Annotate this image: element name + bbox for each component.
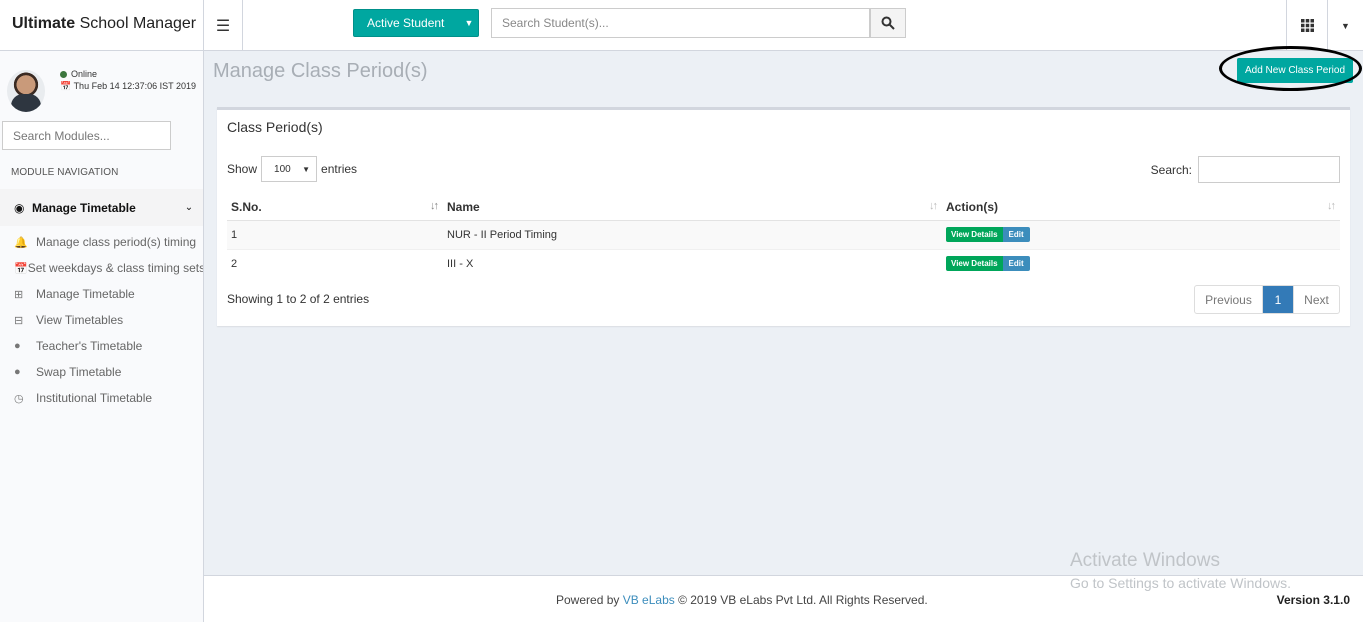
nav-header: MODULE NAVIGATION — [11, 167, 119, 178]
nav-group-manage-timetable[interactable]: ◉ Manage Timetable ⌄ — [0, 189, 203, 226]
sidebar-item-manage-timetable[interactable]: ⊞ Manage Timetable — [0, 281, 203, 307]
column-header-name[interactable]: Name ↓↑ — [443, 194, 942, 221]
chevron-down-icon: ⌄ — [184, 202, 194, 213]
grid-icon — [1300, 19, 1314, 32]
user-icon: ● — [14, 366, 21, 378]
table-row: 1 NUR - II Period Timing View Details Edi… — [227, 219, 1340, 249]
pagination: Previous 1 Next — [1194, 285, 1340, 314]
page-title: Manage Class Period(s) — [213, 60, 428, 82]
table-search: Search: — [1151, 156, 1340, 183]
calendar-icon: 📅 — [14, 262, 28, 275]
class-period-box: Class Period(s) Show 100 ▼ entries Search… — [217, 107, 1350, 326]
app-logo[interactable]: Ultimate School Manager — [0, 0, 204, 51]
nav-group-label: Manage Timetable — [32, 200, 136, 215]
windows-watermark-subtitle: Go to Settings to activate Windows. — [1070, 575, 1291, 591]
box-title: Class Period(s) — [227, 119, 323, 135]
pagination-page-1[interactable]: 1 — [1263, 286, 1293, 313]
pagination-next[interactable]: Next — [1293, 286, 1339, 313]
sidebar-item-view-timetables[interactable]: ⊟ View Timetables — [0, 307, 203, 333]
status-online: Online — [60, 69, 97, 79]
sort-asc-icon: ↓↑ — [430, 200, 439, 212]
edit-button[interactable]: Edit — [1002, 256, 1030, 272]
online-dot-icon — [60, 71, 67, 79]
nav-list: 🔔 Manage class period(s) timing 📅 Set week… — [0, 229, 203, 411]
caret-down-icon: ▼ — [1341, 20, 1350, 31]
add-class-period-button[interactable]: Add New Class Period — [1237, 58, 1353, 83]
sidebar-item-teachers-timetable[interactable]: ● Teacher's Timetable — [0, 333, 203, 359]
student-search-button[interactable] — [870, 8, 906, 38]
search-icon — [881, 16, 895, 30]
clock-icon: ◷ — [14, 392, 24, 405]
calendar-plus-icon: ⊞ — [14, 288, 24, 301]
column-header-sno[interactable]: S.No. ↓↑ — [227, 194, 443, 221]
calendar-icon: 📅 — [60, 81, 72, 91]
avatar — [7, 70, 45, 112]
view-details-button[interactable]: View Details — [946, 256, 1003, 272]
footer-text: Powered by VB eLabs © 2019 VB eLabs Pvt … — [556, 593, 928, 607]
table-search-input[interactable] — [1198, 156, 1340, 183]
bell-icon: 🔔 — [14, 236, 28, 249]
apps-grid-button[interactable] — [1286, 0, 1327, 51]
student-search-input[interactable] — [491, 8, 870, 38]
sidebar-item-weekdays-timing-sets[interactable]: 📅 Set weekdays & class timing sets — [0, 255, 203, 281]
active-student-button[interactable]: Active Student ▼ — [353, 9, 479, 37]
hamburger-icon: ☰ — [215, 17, 231, 35]
class-period-table: S.No. ↓↑ Name ↓↑ Action(s) ↓↑ 1 NUR - II Pe… — [227, 194, 1340, 278]
sidebar-item-class-period-timing[interactable]: 🔔 Manage class period(s) timing — [0, 229, 203, 255]
view-details-button[interactable]: View Details — [946, 227, 1003, 242]
company-link[interactable]: VB eLabs — [623, 593, 675, 607]
active-student-label: Active Student — [367, 16, 445, 30]
windows-watermark-title: Activate Windows — [1070, 550, 1220, 571]
sort-icon: ↓↑ — [929, 200, 938, 212]
user-menu-dropdown[interactable]: ▼ — [1327, 0, 1363, 51]
showing-info: Showing 1 to 2 of 2 entries — [227, 292, 370, 306]
calendar-minus-icon: ⊟ — [14, 314, 24, 327]
caret-down-icon: ▼ — [302, 164, 311, 174]
menu-toggle-button[interactable]: ☰ — [204, 0, 243, 51]
status-datetime: 📅 Thu Feb 14 12:37:06 IST 2019 — [60, 81, 196, 91]
sidebar-item-swap-timetable[interactable]: ● Swap Timetable — [0, 359, 203, 385]
column-header-actions[interactable]: Action(s) ↓↑ — [942, 194, 1340, 221]
user-icon: ● — [14, 340, 21, 352]
caret-down-icon[interactable]: ▼ — [460, 18, 478, 28]
pagination-previous[interactable]: Previous — [1195, 286, 1263, 313]
show-entries: Show 100 ▼ entries — [227, 156, 357, 182]
sidebar: Online 📅 Thu Feb 14 12:37:06 IST 2019 MO… — [0, 51, 204, 622]
edit-button[interactable]: Edit — [1002, 227, 1030, 242]
top-header: Ultimate School Manager ☰ Active Student… — [0, 0, 1363, 51]
sort-icon: ↓↑ — [1327, 200, 1336, 212]
module-search-input[interactable] — [2, 121, 171, 150]
entries-select[interactable]: 100 ▼ — [261, 156, 318, 182]
dashboard-icon: ◉ — [14, 200, 25, 215]
table-row: 2 III - X View Details Edit — [227, 248, 1340, 278]
sidebar-item-institutional-timetable[interactable]: ◷ Institutional Timetable — [0, 385, 203, 411]
version-label: Version 3.1.0 — [1276, 593, 1350, 607]
